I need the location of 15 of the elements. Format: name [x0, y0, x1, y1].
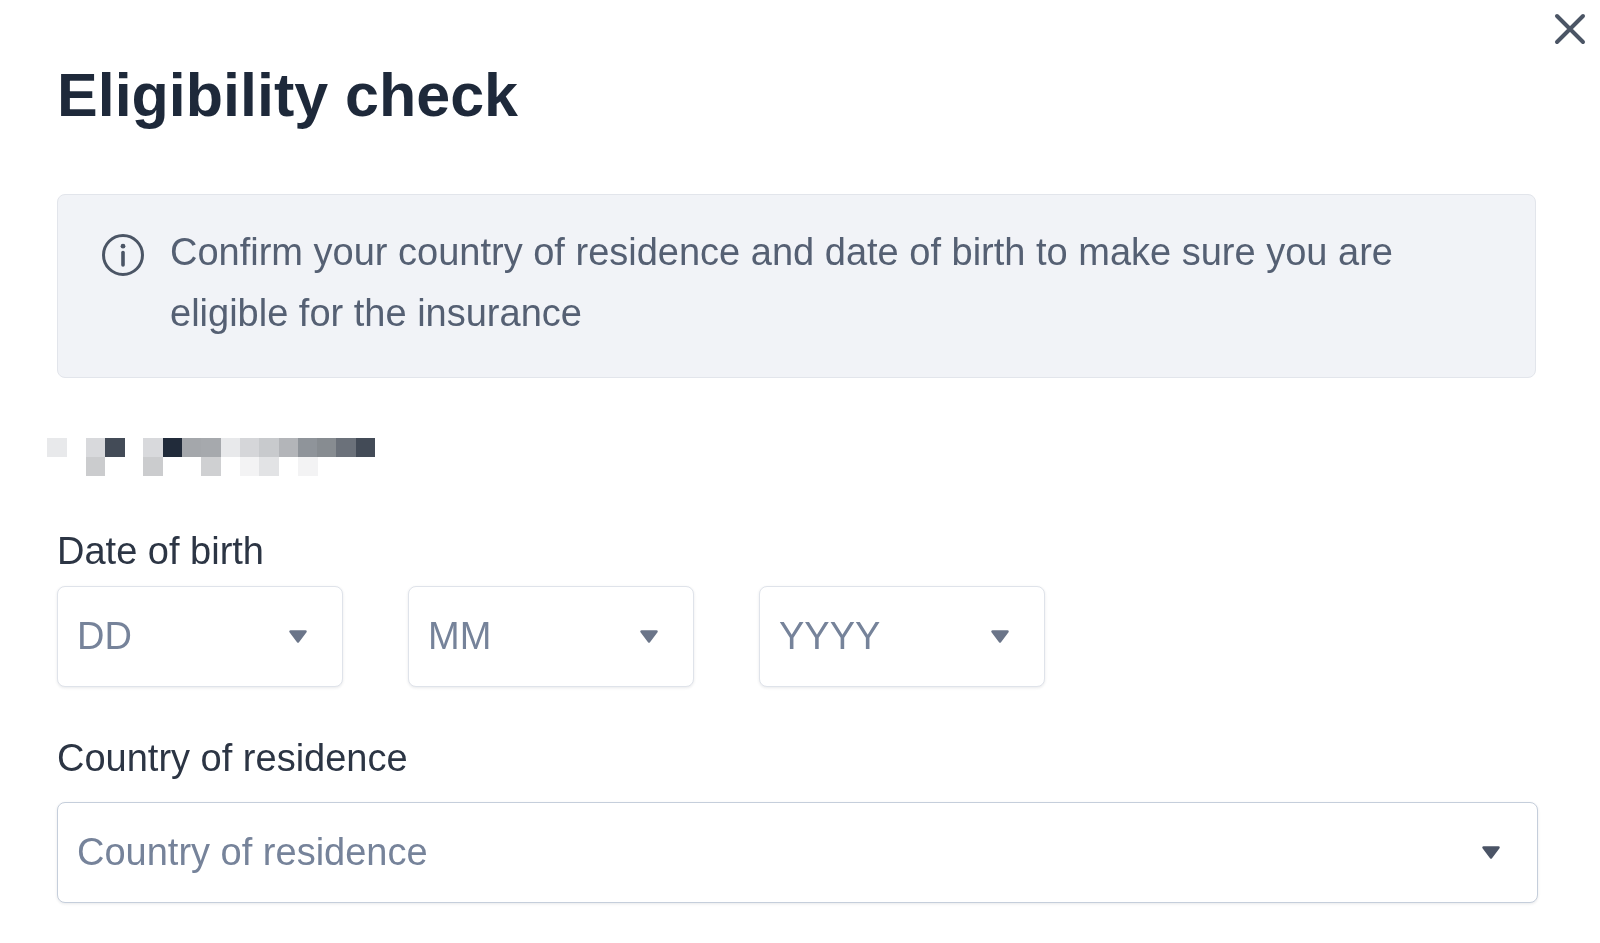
- close-button[interactable]: [1554, 13, 1586, 45]
- date-dropdown[interactable]: DD: [57, 586, 343, 687]
- country-dropdown[interactable]: Country of residence: [57, 802, 1538, 903]
- info-text: Confirm your country of residence and date of birth to make sure you are eligible for the insurance: [170, 230, 1394, 336]
- date-dropdown[interactable]: MM: [408, 586, 694, 687]
- dialog-title: Eligibility check: [57, 60, 520, 131]
- info-icon: [102, 234, 144, 276]
- field-label: Date of birth: [57, 529, 265, 574]
- close-icon: [1554, 13, 1586, 45]
- date-dropdown[interactable]: YYYY: [759, 586, 1045, 687]
- caret-icon: [288, 629, 308, 644]
- caret-icon: [990, 629, 1010, 644]
- caret-icon: [1481, 845, 1501, 860]
- caret-icon: [639, 629, 659, 644]
- field-label: Country of residence: [57, 736, 409, 781]
